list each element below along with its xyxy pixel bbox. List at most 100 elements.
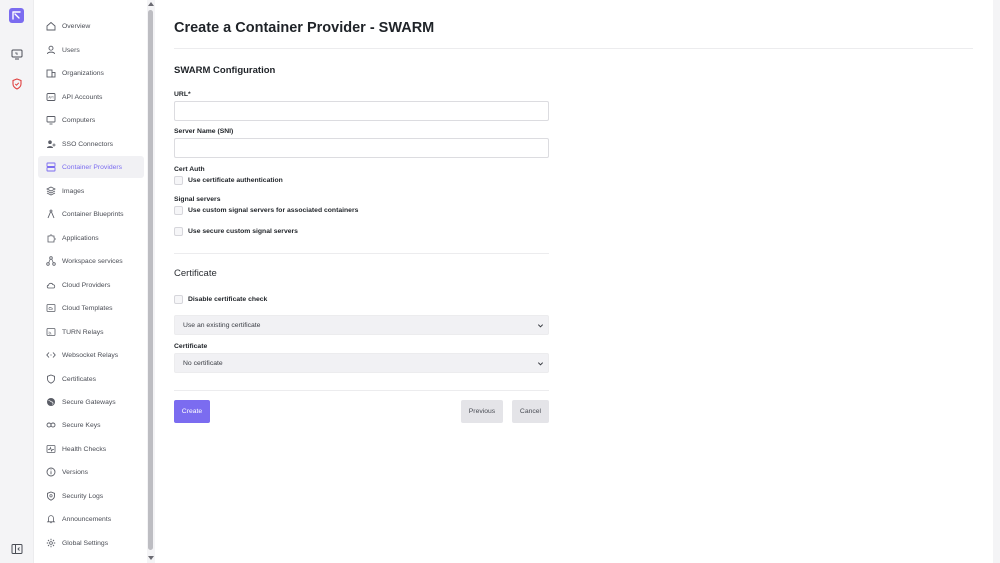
cert-auth-row[interactable]: Use certificate authentication [174,176,283,185]
sidebar-item-announcements[interactable]: Announcements [38,508,144,530]
sidebar-item-secure-keys[interactable]: Secure Keys [38,414,144,436]
api-icon: API [46,93,56,101]
layers-icon [46,186,56,196]
signal-secure-checkbox[interactable] [174,227,183,236]
disable-check-row[interactable]: Disable certificate check [174,295,267,304]
sidebar-item-label: Secure Gateways [62,398,116,406]
sidebar-item-label: Computers [62,116,96,124]
disable-cert-check-label: Disable certificate check [188,296,268,303]
user-key-icon [47,140,56,148]
logo-icon [12,11,21,20]
sidebar-item-label: Workspace services [62,257,123,265]
sidebar-item-label: Cloud Providers [62,281,111,289]
scrollbar-thumb[interactable] [148,10,153,550]
cert-mode-select[interactable]: Use an existing certificate [174,315,549,335]
signal-custom-checkbox[interactable] [174,206,183,215]
sidebar-item-secure-gateways[interactable]: Secure Gateways [38,391,144,413]
sidebar-item-label: Versions [62,468,89,476]
desktop-icon[interactable] [11,48,23,60]
bell-icon [46,515,56,524]
puzzle-icon [47,234,56,243]
sidebar-item-label: Websocket Relays [62,351,119,359]
sidebar-item-cloud-providers[interactable]: Cloud Providers [38,274,144,296]
create-button[interactable]: Create [174,400,210,423]
sidebar-item-overview[interactable]: Overview [38,15,144,37]
sidebar-item-workspace-services[interactable]: Workspace services [38,250,144,272]
sidebar-item-organizations[interactable]: Organizations [38,62,144,84]
cert-auth-label: Cert Auth [174,166,205,173]
gear-icon [46,538,56,548]
app-logo[interactable] [9,8,24,23]
main-content: Create a Container Provider - SWARM SWAR… [155,0,993,563]
svg-text:API: API [48,96,53,100]
signal-secure-checkbox-label: Use secure custom signal servers [188,228,298,235]
template-icon [46,304,56,312]
sidebar-item-label: Cloud Templates [62,304,113,312]
collapse-sidebar-icon[interactable] [11,543,23,555]
url-label-text: URL [174,91,188,98]
cert-auth-checkbox[interactable] [174,176,183,185]
signal-servers-label: Signal servers [174,196,221,203]
sidebar-item-container-blueprints[interactable]: Container Blueprints [38,203,144,225]
page-title: Create a Container Provider - SWARM [174,20,435,36]
sidebar-item-label: Users [62,46,80,54]
sidebar-item-label: Health Checks [62,445,107,453]
shield-icon [47,374,55,384]
section-divider [174,253,549,254]
url-input[interactable] [174,101,549,121]
sidebar-item-label: Images [62,187,85,195]
signal-custom-row[interactable]: Use custom signal servers for associated… [174,206,358,215]
sidebar-item-label: Certificates [62,375,96,383]
monitor-icon [46,116,56,125]
cert-auth-checkbox-label: Use certificate authentication [188,177,283,184]
signal-custom-checkbox-label: Use custom signal servers for associated… [188,207,359,214]
sidebar-item-applications[interactable]: Applications [38,227,144,249]
key-icon [46,422,56,428]
home-icon [46,21,56,31]
chevron-down-icon [537,323,544,327]
sidebar-item-security-logs[interactable]: Security Logs [38,485,144,507]
info-icon [46,467,56,477]
admin-shield-icon[interactable] [11,78,23,90]
sidebar-item-container-providers[interactable]: Container Providers [38,156,144,178]
cancel-button[interactable]: Cancel [512,400,549,423]
sidebar-item-versions[interactable]: Versions [38,461,144,483]
title-divider [174,48,973,49]
signal-secure-row[interactable]: Use secure custom signal servers [174,227,298,236]
sidebar-item-sso-connectors[interactable]: SSO Connectors [38,133,144,155]
previous-button[interactable]: Previous [461,400,503,423]
sidebar-item-label: Security Logs [62,492,104,500]
required-mark: * [187,91,191,98]
share-icon [46,256,56,266]
scroll-down-icon[interactable] [148,556,154,560]
sidebar-item-turn-relays[interactable]: TURN Relays [38,321,144,343]
sidebar-item-health-checks[interactable]: Health Checks [38,438,144,460]
compass-icon [47,209,55,219]
url-label: URL* [174,91,191,98]
sidebar-item-cloud-templates[interactable]: Cloud Templates [38,297,144,319]
certificate-select-value: No certificate [183,359,223,367]
sidebar-scrollbar[interactable] [147,0,155,563]
sidebar-item-label: Global Settings [62,539,109,547]
disable-cert-check-checkbox[interactable] [174,295,183,304]
app-rail [0,0,33,563]
sidebar-item-users[interactable]: Users [38,39,144,61]
section-title-certificate: Certificate [174,268,217,279]
actions-divider [174,390,549,391]
organization-icon [46,69,56,78]
sni-input[interactable] [174,138,549,158]
sidebar-item-label: Container Providers [62,163,123,171]
sidebar-item-computers[interactable]: Computers [38,109,144,131]
cert-mode-select-value: Use an existing certificate [183,321,261,329]
sidebar-item-websocket-relays[interactable]: Websocket Relays [38,344,144,366]
certificate-select[interactable]: No certificate [174,353,549,373]
sidebar-item-label: Overview [62,22,91,30]
sidebar-item-api-accounts[interactable]: API API Accounts [38,86,144,108]
sidebar-item-certificates[interactable]: Certificates [38,368,144,390]
scroll-up-icon[interactable] [148,2,154,6]
sidebar-item-label: Secure Keys [62,421,101,429]
cast-icon [46,328,56,336]
sidebar-item-images[interactable]: Images [38,180,144,202]
sidebar-item-global-settings[interactable]: Global Settings [38,532,144,554]
certificate-label: Certificate [174,343,208,350]
